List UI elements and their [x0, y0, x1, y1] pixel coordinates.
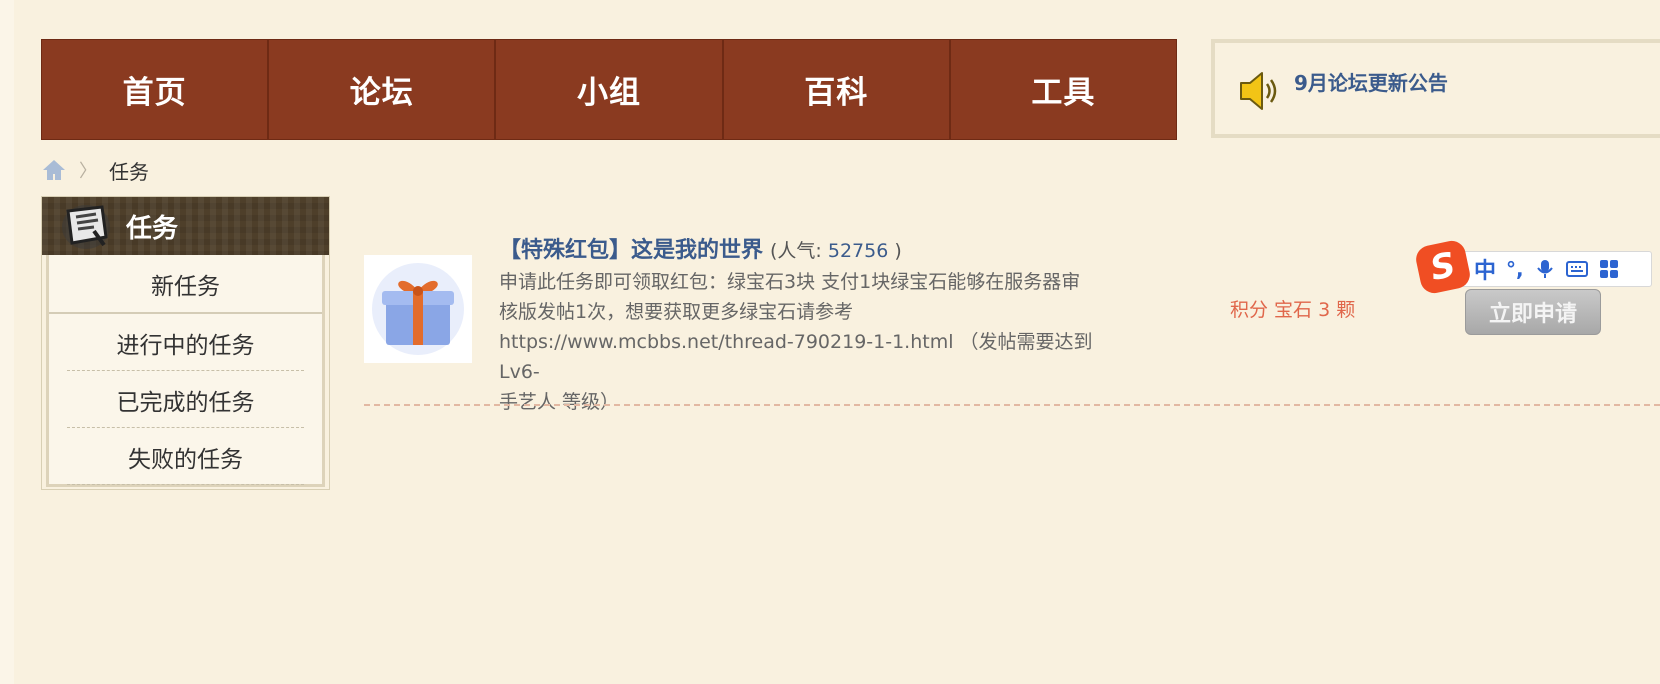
sidebar-item-completed[interactable]: 已完成的任务: [49, 371, 322, 428]
ime-items: 中 °,: [1474, 251, 1620, 287]
sidebar-item-new-tasks[interactable]: 新任务: [49, 255, 322, 314]
task-description: 申请此任务即可领取红包：绿宝石3块 支付1块绿宝石能够在服务器审 核版发帖1次，…: [499, 267, 1129, 417]
task-desc-line: 申请此任务即可领取红包：绿宝石3块 支付1块绿宝石能够在服务器审: [499, 271, 1081, 293]
breadcrumb-current: 任务: [109, 159, 149, 184]
sidebar-item-failed[interactable]: 失败的任务: [49, 428, 322, 485]
gift-box-icon[interactable]: [364, 255, 472, 363]
page-left-strip: [0, 0, 14, 684]
task-sidebar: 任务 新任务 进行中的任务 已完成的任务 失败的任务: [41, 196, 330, 490]
announcement-box: 9月论坛更新公告: [1211, 39, 1660, 138]
apply-now-button[interactable]: 立即申请: [1465, 289, 1601, 335]
apps-grid-icon[interactable]: [1598, 258, 1620, 280]
task-popularity: (人气: 52756 ): [770, 240, 902, 262]
nav-wiki[interactable]: 百科: [724, 40, 951, 139]
breadcrumb-separator: 〉: [79, 161, 97, 182]
sidebar-header: 任务: [42, 197, 329, 255]
ime-punctuation[interactable]: °,: [1506, 257, 1524, 281]
task-desc-line: https://www.mcbbs.net/thread-790219-1-1.…: [499, 331, 1093, 383]
task-row-divider: [364, 404, 1660, 406]
task-title-line: 【特殊红包】这是我的世界 (人气: 52756 ): [499, 232, 902, 264]
task-title-link[interactable]: 【特殊红包】这是我的世界: [499, 238, 763, 263]
ime-chinese-mode[interactable]: 中: [1474, 253, 1496, 285]
nav-forum[interactable]: 论坛: [269, 40, 497, 139]
quest-scroll-icon: [62, 205, 110, 249]
announcement-link[interactable]: 9月论坛更新公告: [1294, 67, 1448, 96]
popularity-count: 52756: [827, 240, 889, 262]
popularity-suffix: ): [888, 240, 902, 262]
breadcrumb: 〉 任务: [41, 155, 149, 185]
task-desc-line: 核版发帖1次，想要获取更多绿宝石请参考: [499, 301, 854, 323]
sidebar-item-in-progress[interactable]: 进行中的任务: [49, 314, 322, 371]
sidebar-title: 任务: [126, 213, 179, 244]
main-nav: 首页 论坛 小组 百科 工具: [41, 39, 1177, 140]
task-reward: 积分 宝石 3 颗: [1230, 299, 1356, 321]
ime-logo-icon[interactable]: S: [1413, 238, 1473, 296]
nav-home[interactable]: 首页: [42, 40, 270, 139]
speaker-icon: [1240, 72, 1277, 110]
nav-groups[interactable]: 小组: [496, 40, 724, 139]
home-icon[interactable]: [41, 157, 67, 183]
task-desc-line: 手艺人 等级）: [499, 391, 620, 413]
microphone-icon[interactable]: [1534, 258, 1556, 280]
popularity-prefix: (人气:: [770, 240, 828, 262]
sidebar-list: 新任务 进行中的任务 已完成的任务 失败的任务: [46, 255, 325, 487]
keyboard-icon[interactable]: [1565, 258, 1588, 280]
nav-tools[interactable]: 工具: [951, 40, 1176, 139]
